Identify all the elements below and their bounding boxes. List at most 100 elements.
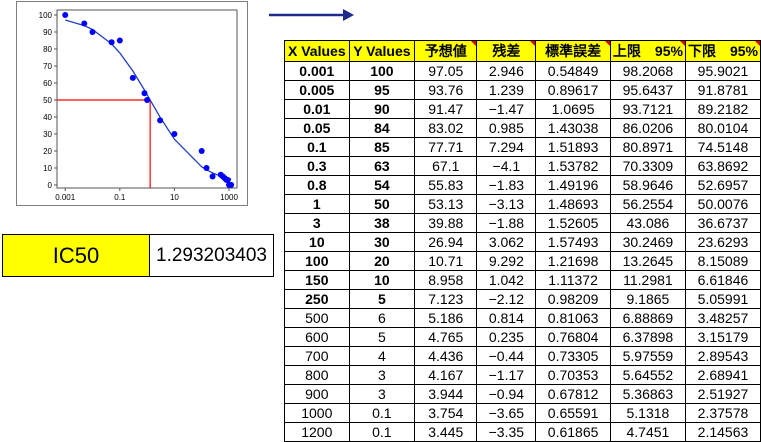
- table-cell-predicted: 53.13: [414, 194, 478, 214]
- table-cell-residual: 1.239: [476, 80, 537, 100]
- table-cell-std-error: 0.76804: [535, 327, 611, 347]
- y-tick-label: 20: [43, 147, 52, 156]
- table-cell-std-error: 1.11372: [535, 270, 611, 290]
- table-cell-x-values: 600: [284, 327, 350, 347]
- column-header-predicted: 予想値: [414, 40, 478, 62]
- table-cell-upper-95: 30.2469: [609, 232, 686, 252]
- table-row: 1000 0.1 3.754 −3.65 0.65591 5.1318 2.37578: [284, 403, 761, 423]
- table-cell-residual: −1.17: [476, 365, 537, 385]
- table-cell-residual: 2.946: [476, 61, 537, 81]
- y-tick-label: 30: [43, 130, 52, 139]
- table-cell-upper-95: 56.2554: [609, 194, 686, 214]
- column-header-x-values: X Values: [284, 40, 350, 62]
- table-row: 600 5 4.765 0.235 0.76804 6.37898 3.15179: [284, 327, 761, 347]
- table-row: 0.001 100 97.05 2.946 0.54849 98.2068 95.9021: [284, 61, 761, 81]
- table-cell-y-values: 5: [348, 327, 416, 347]
- table-cell-upper-95: 93.7121: [609, 99, 686, 119]
- table-cell-lower-95: 2.89543: [684, 346, 761, 366]
- table-cell-x-values: 250: [284, 289, 350, 309]
- table-cell-x-values: 10: [284, 232, 350, 252]
- table-cell-predicted: 8.958: [414, 270, 478, 290]
- table-row: 10 30 26.94 3.062 1.57493 30.2469 23.6293: [284, 232, 761, 252]
- table-cell-lower-95: 3.15179: [684, 327, 761, 347]
- table-cell-residual: −1.88: [476, 213, 537, 233]
- table-cell-y-values: 95: [348, 80, 416, 100]
- table-row: 500 6 5.186 0.814 0.81063 6.88869 3.48257: [284, 308, 761, 328]
- table-row: 3 38 39.88 −1.88 1.52605 43.086 36.6737: [284, 213, 761, 233]
- table-row: 0.1 85 77.71 7.294 1.51893 80.8971 74.5148: [284, 137, 761, 157]
- table-cell-lower-95: 89.2182: [684, 99, 761, 119]
- table-cell-residual: 9.292: [476, 251, 537, 271]
- results-table: X Values Y Values 予想値 残差 標準誤差 上限 95% 下限 95% 0.…: [284, 40, 761, 442]
- table-cell-std-error: 0.61865: [535, 422, 611, 442]
- table-cell-x-values: 0.1: [284, 137, 350, 157]
- table-cell-predicted: 77.71: [414, 137, 478, 157]
- data-point: [198, 148, 205, 154]
- table-cell-std-error: 1.43038: [535, 118, 611, 138]
- table-cell-x-values: 0.001: [284, 61, 350, 81]
- table-row: 0.3 63 67.1 −4.1 1.53782 70.3309 63.8692: [284, 156, 761, 176]
- table-cell-y-values: 54: [348, 175, 416, 195]
- data-point: [108, 39, 115, 46]
- table-cell-lower-95: 80.0104: [684, 118, 761, 138]
- arrow-right-icon: [269, 9, 354, 21]
- table-cell-y-values: 38: [348, 213, 416, 233]
- table-cell-predicted: 39.88: [414, 213, 478, 233]
- data-point: [62, 12, 69, 18]
- table-cell-std-error: 0.65591: [535, 403, 611, 423]
- table-cell-lower-95: 2.51927: [684, 384, 761, 404]
- table-body: 0.001 100 97.05 2.946 0.54849 98.2068 95.9021 0…: [284, 61, 761, 442]
- table-cell-upper-95: 70.3309: [609, 156, 686, 176]
- table-cell-residual: −0.94: [476, 384, 537, 404]
- table-cell-predicted: 5.186: [414, 308, 478, 328]
- column-header-y-values: Y Values: [348, 40, 416, 62]
- table-cell-std-error: 1.48693: [535, 194, 611, 214]
- table-cell-predicted: 55.83: [414, 175, 478, 195]
- table-cell-predicted: 83.02: [414, 118, 478, 138]
- column-header-lower-95: 下限 95%: [684, 40, 761, 62]
- ic50-value: 1.293203403: [156, 244, 267, 266]
- y-tick-label: 60: [43, 79, 52, 88]
- table-cell-x-values: 0.3: [284, 156, 350, 176]
- table-row: 0.05 84 83.02 0.985 1.43038 86.0206 80.0104: [284, 118, 761, 138]
- table-cell-lower-95: 95.9021: [684, 61, 761, 81]
- table-cell-lower-95: 50.0076: [684, 194, 761, 214]
- ic50-label: IC50: [3, 235, 150, 276]
- table-cell-x-values: 1000: [284, 403, 350, 423]
- table-cell-lower-95: 36.6737: [684, 213, 761, 233]
- table-cell-x-values: 0.01: [284, 99, 350, 119]
- table-cell-upper-95: 5.97559: [609, 346, 686, 366]
- table-cell-x-values: 150: [284, 270, 350, 290]
- table-cell-y-values: 20: [348, 251, 416, 271]
- table-cell-upper-95: 86.0206: [609, 118, 686, 138]
- table-cell-residual: −1.47: [476, 99, 537, 119]
- y-tick-label: 10: [43, 164, 52, 173]
- table-cell-x-values: 0.005: [284, 80, 350, 100]
- table-cell-lower-95: 8.15089: [684, 251, 761, 271]
- data-point: [81, 20, 88, 27]
- table-cell-y-values: 100: [348, 61, 416, 81]
- table-cell-x-values: 0.8: [284, 175, 350, 195]
- table-row: 700 4 4.436 −0.44 0.73305 5.97559 2.89543: [284, 346, 761, 366]
- table-cell-predicted: 3.754: [414, 403, 478, 423]
- table-cell-lower-95: 74.5148: [684, 137, 761, 157]
- table-row: 1 50 53.13 −3.13 1.48693 56.2554 50.0076: [284, 194, 761, 214]
- data-point: [171, 131, 178, 137]
- data-point: [203, 165, 210, 171]
- table-cell-lower-95: 2.14563: [684, 422, 761, 442]
- table-cell-x-values: 900: [284, 384, 350, 404]
- table-cell-std-error: 0.73305: [535, 346, 611, 366]
- table-cell-y-values: 84: [348, 118, 416, 138]
- table-cell-lower-95: 2.37578: [684, 403, 761, 423]
- data-point: [157, 117, 164, 124]
- table-cell-x-values: 700: [284, 346, 350, 366]
- table-row: 250 5 7.123 −2.12 0.98209 9.1865 5.05991: [284, 289, 761, 309]
- table-cell-lower-95: 52.6957: [684, 175, 761, 195]
- table-cell-predicted: 93.76: [414, 80, 478, 100]
- table-row: 1200 0.1 3.445 −3.35 0.61865 4.7451 2.14563: [284, 422, 761, 442]
- y-tick-label: 40: [43, 113, 52, 122]
- table-cell-predicted: 4.167: [414, 365, 478, 385]
- table-cell-y-values: 5: [348, 289, 416, 309]
- data-point: [141, 90, 148, 97]
- table-cell-residual: 0.814: [476, 308, 537, 328]
